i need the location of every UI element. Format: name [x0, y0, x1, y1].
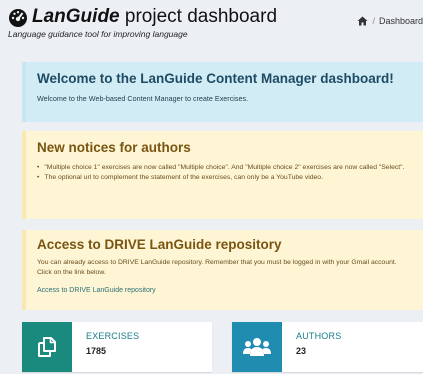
breadcrumb-current: Dashboard — [378, 16, 423, 26]
copy-icon — [38, 337, 56, 357]
exercises-count: 1785 — [86, 346, 107, 356]
breadcrumb: / Dashboard — [357, 16, 423, 26]
welcome-text: Welcome to the Web-based Content Manager… — [37, 94, 249, 103]
page-subtitle: Language guidance tool for improving lan… — [8, 29, 188, 39]
drive-text: You can already access to DRIVE LanGuide… — [37, 259, 397, 276]
welcome-callout: Welcome to the LanGuide Content Manager … — [22, 62, 423, 122]
authors-count: 23 — [296, 346, 307, 356]
drive-title: Access to DRIVE LanGuide repository — [37, 237, 282, 252]
authors-info-box[interactable]: AUTHORS 23 — [232, 322, 423, 372]
exercises-info-box[interactable]: EXERCISES 1785 — [22, 322, 212, 372]
drive-link[interactable]: Access to DRIVE LanGuide repository — [37, 287, 413, 294]
list-item: "Multiple choice 1" exercises are now ca… — [37, 163, 413, 173]
page-title: LanGuide project dashboard — [8, 6, 277, 28]
notices-list: "Multiple choice 1" exercises are now ca… — [37, 163, 413, 183]
drive-callout: Access to DRIVE LanGuide repository You … — [22, 230, 423, 310]
dashboard-icon — [9, 9, 27, 27]
home-icon[interactable] — [357, 16, 368, 26]
users-icon — [243, 338, 271, 356]
page-header: LanGuide project dashboard Language guid… — [0, 0, 423, 50]
exercises-icon-area — [22, 322, 72, 372]
breadcrumb-separator: / — [372, 16, 375, 26]
notices-title: New notices for authors — [37, 140, 191, 155]
authors-info: AUTHORS 23 — [282, 322, 341, 372]
authors-icon-area — [232, 322, 282, 372]
exercises-info: EXERCISES 1785 — [72, 322, 139, 372]
brand-name: LanGuide — [32, 6, 120, 27]
welcome-title: Welcome to the LanGuide Content Manager … — [37, 71, 394, 86]
title-suffix: project dashboard — [119, 6, 278, 27]
authors-label: AUTHORS — [296, 331, 342, 341]
exercises-label: EXERCISES — [86, 331, 140, 341]
notices-callout: New notices for authors "Multiple choice… — [22, 131, 423, 219]
list-item: The optional url to complement the state… — [37, 173, 413, 183]
